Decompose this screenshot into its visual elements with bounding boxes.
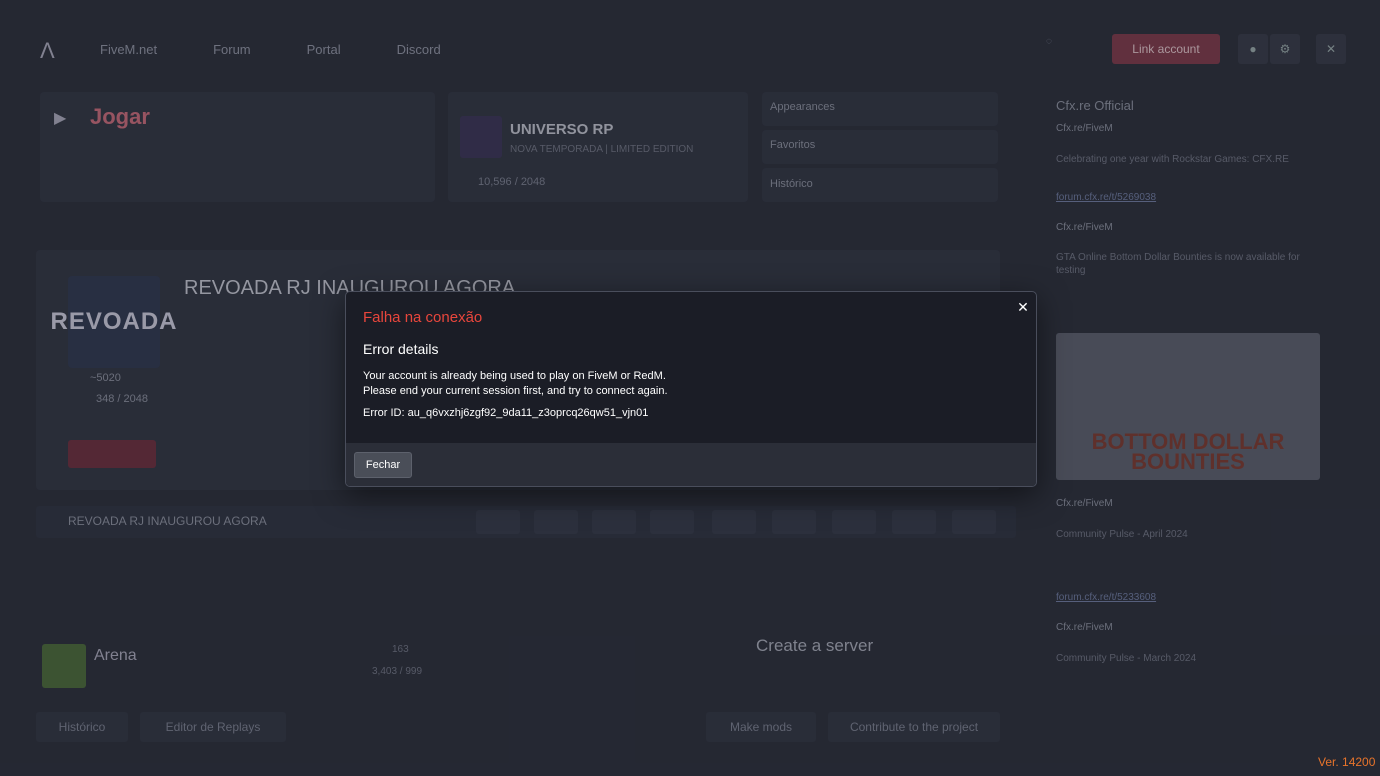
error-message-line-2: Please end your current session first, a… [363,385,668,397]
error-message: Your account is already being used to pl… [363,369,668,399]
error-details-heading: Error details [363,341,439,357]
error-message-line-1: Your account is already being used to pl… [363,370,666,382]
dialog-footer: Fechar [346,443,1036,486]
close-icon[interactable]: ✕ [1013,297,1033,317]
error-id: Error ID: au_q6vxzhj6zgf92_9da11_z3oprcq… [363,407,649,419]
version-label: Ver. 14200 [1318,755,1376,769]
dialog-title: Falha na conexão [363,309,483,326]
connection-error-dialog: Falha na conexão ✕ Error details Your ac… [345,291,1037,487]
fechar-button[interactable]: Fechar [354,452,412,478]
